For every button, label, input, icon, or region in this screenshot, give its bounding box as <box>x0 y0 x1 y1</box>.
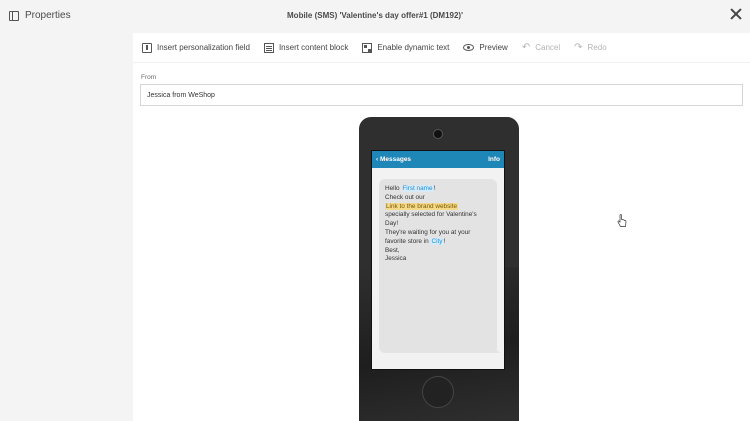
cancel-label: Cancel <box>535 43 561 52</box>
camera-icon <box>433 129 443 139</box>
message-line-2: Check out our <box>385 193 425 201</box>
first-name-field[interactable]: First name <box>401 185 434 192</box>
redo-button[interactable]: ↷ Redo <box>574 41 607 53</box>
preview-label: Preview <box>479 43 508 52</box>
brand-link-field[interactable]: Link to the brand website <box>385 202 459 210</box>
message-line-best: Best, <box>385 246 400 254</box>
phone-preview: ‹ Messages Info Hello First name! Check … <box>359 117 519 421</box>
phone-screen: ‹ Messages Info Hello First name! Check … <box>371 150 505 370</box>
eye-icon <box>463 44 475 51</box>
messages-back-link[interactable]: ‹ Messages <box>376 156 411 163</box>
city-field[interactable]: City <box>430 237 444 245</box>
message-line-link: Link to the brand website <box>385 202 491 212</box>
top-bar: Properties Mobile (SMS) 'Valentine's day… <box>0 0 750 33</box>
from-field[interactable]: Jessica from WeShop <box>140 84 743 106</box>
personalization-icon <box>142 42 152 53</box>
preview-button[interactable]: Preview <box>463 43 508 52</box>
message-line-1: Hello First name! <box>385 185 436 192</box>
from-label: From <box>141 74 157 81</box>
sms-message-bubble[interactable]: Hello First name! Check out our Link to … <box>379 179 497 353</box>
editor-toolbar: Insert personalization field Insert cont… <box>133 33 750 63</box>
dynamic-text-icon <box>362 42 373 53</box>
message-line-4: They're waiting for you at your favorite… <box>385 228 471 245</box>
redo-icon: ↷ <box>574 41 583 53</box>
insert-personalization-label: Insert personalization field <box>157 43 250 52</box>
content-block-icon <box>263 42 274 53</box>
cancel-button[interactable]: ↶ Cancel <box>521 41 561 53</box>
properties-panel <box>0 33 133 421</box>
undo-icon: ↶ <box>521 41 531 53</box>
redo-label: Redo <box>587 43 607 52</box>
insert-content-block-label: Insert content block <box>278 43 349 52</box>
page-title: Mobile (SMS) 'Valentine's day offer#1 (D… <box>287 11 463 20</box>
message-line-3: specially selected for Valentine's Day! <box>385 211 477 228</box>
home-button-icon <box>422 376 454 408</box>
insert-personalization-button[interactable]: Insert personalization field <box>142 42 250 53</box>
info-link[interactable]: Info <box>488 156 500 163</box>
close-icon[interactable] <box>728 6 744 22</box>
insert-content-block-button[interactable]: Insert content block <box>263 42 349 53</box>
enable-dynamic-text-label: Enable dynamic text <box>377 43 450 52</box>
hand-cursor-icon <box>617 214 627 227</box>
messages-header: ‹ Messages Info <box>372 151 504 168</box>
enable-dynamic-text-button[interactable]: Enable dynamic text <box>362 42 450 53</box>
message-signature: Jessica <box>385 255 407 263</box>
